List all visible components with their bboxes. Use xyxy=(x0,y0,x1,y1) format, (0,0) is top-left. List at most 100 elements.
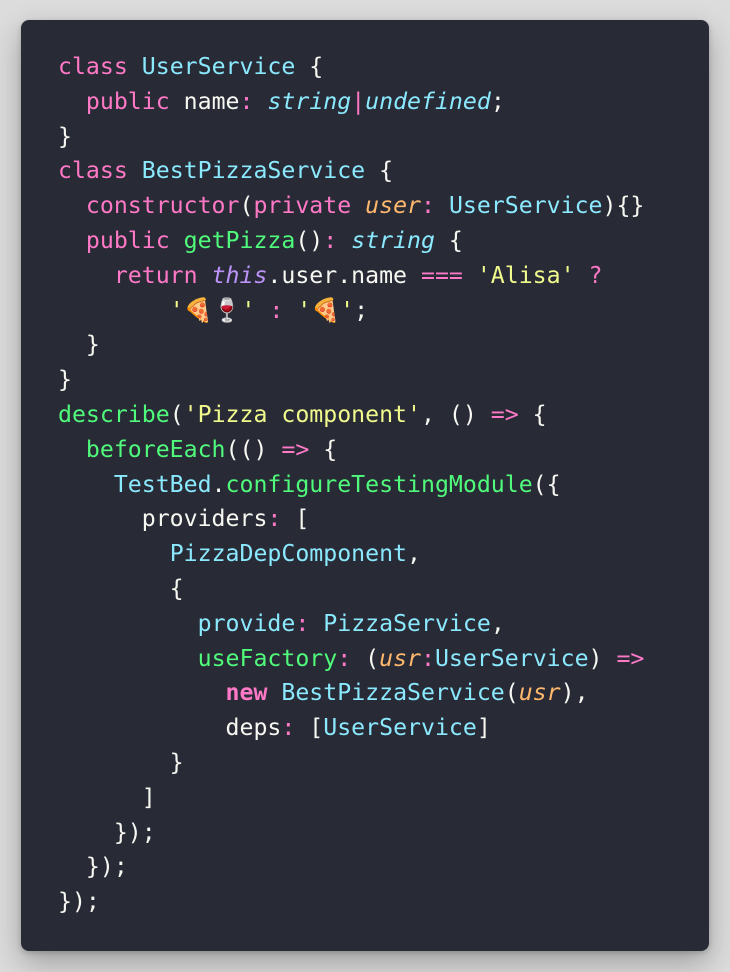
code-token: => xyxy=(616,644,645,672)
code-line: } xyxy=(58,120,644,155)
code-token: : xyxy=(269,296,284,324)
code-line: } xyxy=(58,746,644,781)
code-token: UserService xyxy=(141,53,296,80)
code-token: getPizza xyxy=(183,226,296,254)
code-line: return this.user.name === 'Alisa' ? xyxy=(58,259,644,294)
code-token: { xyxy=(58,574,184,602)
code-token: 'Pizza component' xyxy=(183,400,421,428)
code-token: === xyxy=(420,261,463,289)
code-line: constructor(private user: UserService){} xyxy=(58,189,644,224)
code-token: class xyxy=(58,157,128,185)
code-token: ){} xyxy=(602,192,645,220)
code-token: [ xyxy=(295,714,324,742)
code-line: }); xyxy=(58,816,644,851)
code-token: beforeEach xyxy=(85,435,226,463)
code-line: new BestPizzaService(usr), xyxy=(58,676,644,711)
code-token: : xyxy=(421,644,435,672)
code-line: { xyxy=(58,572,644,607)
code-line: } xyxy=(58,328,644,363)
code-line: describe('Pizza component', () => { xyxy=(58,398,644,433)
code-token: configureTestingModule xyxy=(225,470,533,498)
code-token: constructor xyxy=(85,192,240,220)
code-line: ] xyxy=(58,781,644,816)
code-token: '🍕' xyxy=(297,296,355,324)
code-token: [ xyxy=(281,505,310,533)
code-token: return xyxy=(113,261,198,289)
code-token: usr xyxy=(518,679,561,707)
code-line: public getPizza(): string { xyxy=(58,224,644,259)
code-line: useFactory: (usr:UserService) => xyxy=(58,642,645,677)
code-token: } xyxy=(58,748,184,776)
code-token: new xyxy=(225,679,268,707)
code-token: BestPizzaService xyxy=(281,679,505,707)
code-token: => xyxy=(281,435,310,463)
code-token: ? xyxy=(588,261,603,289)
code-token: : xyxy=(281,714,296,742)
code-token: { xyxy=(518,400,547,428)
code-token: private xyxy=(253,192,352,220)
code-token: } xyxy=(58,122,72,150)
code-token: deps xyxy=(58,714,282,742)
code-line: } xyxy=(58,363,644,398)
code-token: BestPizzaService xyxy=(141,157,366,185)
code-token: TestBed xyxy=(113,470,212,498)
code-token: { xyxy=(434,226,463,254)
code-token: UserService xyxy=(323,714,477,742)
code-token: ) xyxy=(588,644,617,672)
code-token: '🍕🍷' xyxy=(169,296,256,324)
code-token: useFactory xyxy=(197,644,338,672)
code-token: provide xyxy=(197,609,296,637)
code-token: }); xyxy=(58,853,128,881)
code-token: string xyxy=(351,226,435,254)
code-token: ; xyxy=(354,296,369,324)
code-line: PizzaDepComponent, xyxy=(58,537,644,572)
code-token: ] xyxy=(476,714,491,742)
code-token: public xyxy=(85,87,170,115)
code-line: deps: [UserService] xyxy=(58,711,644,746)
code-token: .user.name xyxy=(267,261,421,289)
code-token: undefined xyxy=(365,87,491,115)
code-token: { xyxy=(295,53,324,80)
code-line: '🍕🍷' : '🍕'; xyxy=(58,294,644,329)
code-token: : xyxy=(239,87,254,115)
code-token: ({ xyxy=(532,470,561,498)
code-token: this xyxy=(211,261,268,289)
code-token: string xyxy=(267,87,352,115)
code-window: class UserService { public name: string|… xyxy=(21,20,709,951)
code-token: }); xyxy=(58,818,156,846)
code-token: ; xyxy=(490,87,505,115)
code-token: : xyxy=(295,609,310,637)
code-block: class UserService { public name: string|… xyxy=(58,50,644,920)
code-token: } xyxy=(58,366,72,394)
code-token: } xyxy=(58,331,100,359)
code-token: { xyxy=(365,157,394,185)
code-line: }); xyxy=(58,885,644,920)
code-token: , xyxy=(490,609,505,637)
code-token: UserService xyxy=(434,644,589,672)
code-token: , () xyxy=(420,400,491,428)
code-token: 'Alisa' xyxy=(476,261,575,289)
code-token: | xyxy=(351,87,366,115)
code-token: name xyxy=(169,87,240,115)
code-token: ( xyxy=(504,679,519,707)
code-token: , xyxy=(407,540,421,568)
code-token: providers xyxy=(58,505,268,533)
